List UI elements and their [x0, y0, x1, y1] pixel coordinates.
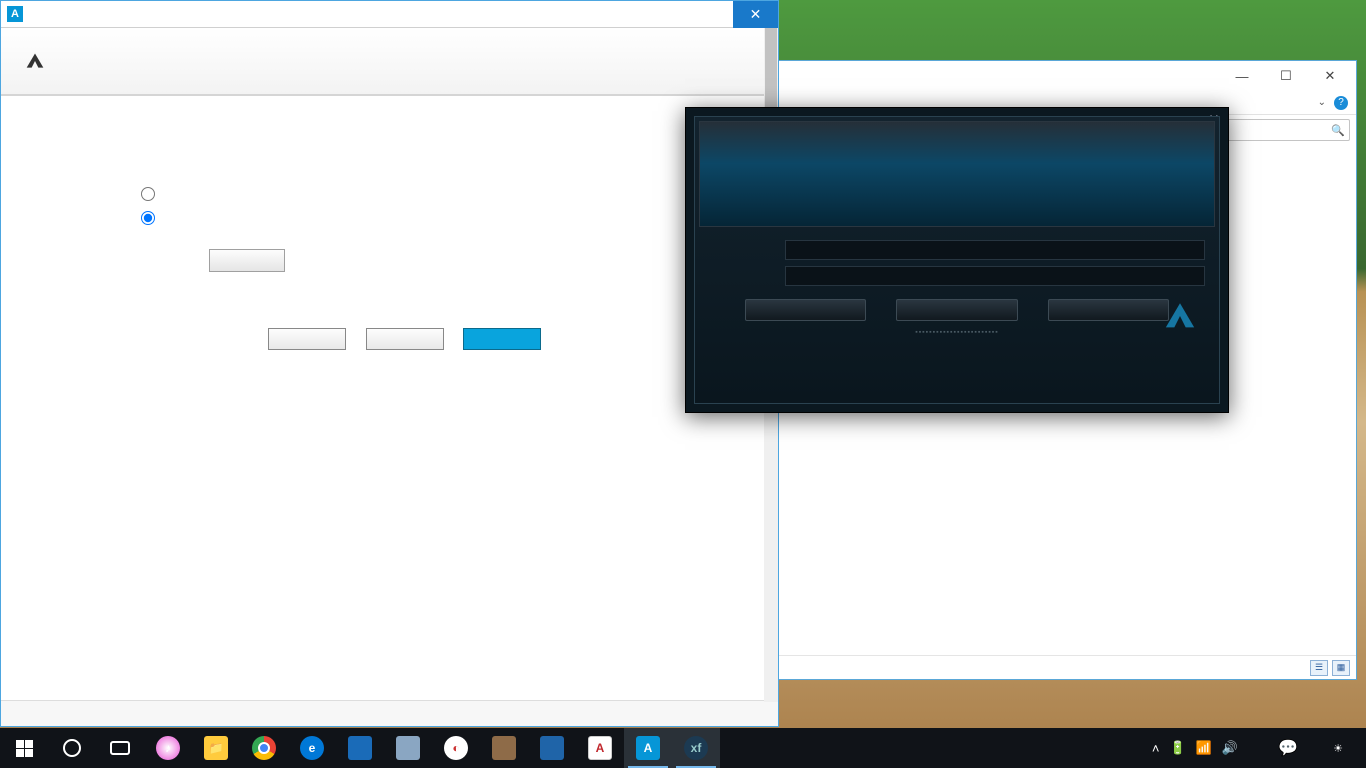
view-icons-icon[interactable]: ▦	[1332, 660, 1350, 676]
edge-icon: e	[300, 736, 324, 760]
wifi-icon[interactable]: 📶	[1196, 740, 1212, 756]
battery-icon[interactable]: 🔋	[1169, 740, 1185, 756]
close-button[interactable]: ✕	[1308, 65, 1352, 87]
view-details-icon[interactable]: ☰	[1310, 660, 1328, 676]
app-icon: ◐	[444, 736, 468, 760]
brand-header	[1, 28, 778, 96]
taskbar-app2[interactable]	[384, 728, 432, 768]
tray-up-icon[interactable]: ˄	[1152, 741, 1160, 756]
back-button[interactable]	[268, 328, 346, 350]
taskbar-chrome[interactable]	[240, 728, 288, 768]
maximize-button[interactable]: ☐	[1264, 65, 1308, 87]
windows-logo-icon	[16, 740, 33, 757]
radio-have-code[interactable]	[141, 211, 718, 225]
radio-havecode-input[interactable]	[141, 211, 155, 225]
activation-code-grid	[141, 235, 718, 274]
help-icon[interactable]: ?	[1334, 96, 1348, 110]
search-icon: 🔍	[1331, 124, 1345, 137]
xforce-activation-field[interactable]	[785, 266, 1205, 286]
xforce-activation-row	[695, 263, 1219, 289]
taskbar-app4[interactable]	[480, 728, 528, 768]
nav-buttons	[91, 328, 718, 352]
folder-icon: 📁	[204, 736, 228, 760]
autodesk-icon: A	[636, 736, 660, 760]
patch-button[interactable]	[745, 299, 866, 321]
taskbar-explorer[interactable]: 📁	[192, 728, 240, 768]
notifications-icon[interactable]: 💬	[1268, 728, 1308, 768]
minimize-button[interactable]: —	[1220, 65, 1264, 87]
app-icon	[492, 736, 516, 760]
taskbar-app5[interactable]	[528, 728, 576, 768]
autodesk-app-icon: A	[7, 6, 23, 22]
close-button-nav[interactable]	[366, 328, 444, 350]
taskbar-autocad[interactable]: A	[576, 728, 624, 768]
xforce-inner: ▪▪▪▪▪▪▪▪▪▪▪▪▪▪▪▪▪▪▪▪▪▪▪▪	[694, 116, 1220, 404]
task-view-icon	[110, 741, 130, 755]
taskbar-autodesk-licensing[interactable]: A	[624, 728, 672, 768]
radio-connect-input[interactable]	[141, 187, 155, 201]
app-icon	[348, 736, 372, 760]
cortana-icon	[63, 739, 81, 757]
radio-connect-now[interactable]	[141, 187, 718, 201]
autodesk-glyph-icon	[25, 51, 45, 71]
cortana-button[interactable]	[48, 728, 96, 768]
xforce-request-row	[695, 237, 1219, 263]
explorer-statusbar: ☰ ▦	[743, 655, 1356, 679]
system-tray: ˄ 🔋 📶 🔊 💬 ☀	[1144, 728, 1366, 768]
clear-all-button[interactable]	[209, 249, 285, 272]
brightness-icon[interactable]: ☀	[1318, 728, 1358, 768]
task-view-button[interactable]	[96, 728, 144, 768]
autodesk-logo	[25, 51, 51, 71]
autocad-icon: A	[588, 736, 612, 760]
xforce-keygen-window: ✕ ▪▪▪▪▪▪▪▪▪▪▪▪▪▪▪▪▪▪▪▪▪▪▪▪	[685, 107, 1229, 413]
itunes-icon: ♪	[156, 736, 180, 760]
taskbar: ♪ 📁 e ◐ A A xf ˄ 🔋 📶 🔊 💬 ☀	[0, 728, 1366, 768]
taskbar-xforce[interactable]: xf	[672, 728, 720, 768]
ribbon-expand-icon[interactable]: ⌄	[1318, 97, 1326, 108]
volume-icon[interactable]: 🔊	[1222, 740, 1238, 756]
xforce-icon: xf	[684, 736, 708, 760]
content-area	[1, 96, 778, 700]
autodesk-licensing-window: A ✕	[0, 0, 779, 727]
xforce-request-field[interactable]	[785, 240, 1205, 260]
app-icon	[396, 736, 420, 760]
close-button[interactable]: ✕	[733, 1, 778, 28]
xforce-dots: ▪▪▪▪▪▪▪▪▪▪▪▪▪▪▪▪▪▪▪▪▪▪▪▪	[695, 329, 1219, 336]
explorer-titlebar: — ☐ ✕	[743, 61, 1356, 91]
explorer-window-controls: — ☐ ✕	[1220, 65, 1352, 87]
explorer-search-input[interactable]: 🔍	[1220, 119, 1350, 141]
product-info	[141, 160, 718, 169]
start-button[interactable]	[0, 728, 48, 768]
taskbar-app1[interactable]	[336, 728, 384, 768]
titlebar: A ✕	[1, 1, 778, 28]
taskbar-app3[interactable]: ◐	[432, 728, 480, 768]
taskbar-itunes[interactable]: ♪	[144, 728, 192, 768]
autodesk-logo-icon	[1163, 299, 1197, 333]
footer	[1, 700, 778, 726]
xforce-banner	[699, 121, 1215, 227]
xforce-buttons	[695, 299, 1219, 321]
quit-button[interactable]	[1048, 299, 1169, 321]
next-button[interactable]	[463, 328, 541, 350]
generate-button[interactable]	[896, 299, 1017, 321]
app-icon	[540, 736, 564, 760]
chrome-icon	[252, 736, 276, 760]
taskbar-edge[interactable]: e	[288, 728, 336, 768]
